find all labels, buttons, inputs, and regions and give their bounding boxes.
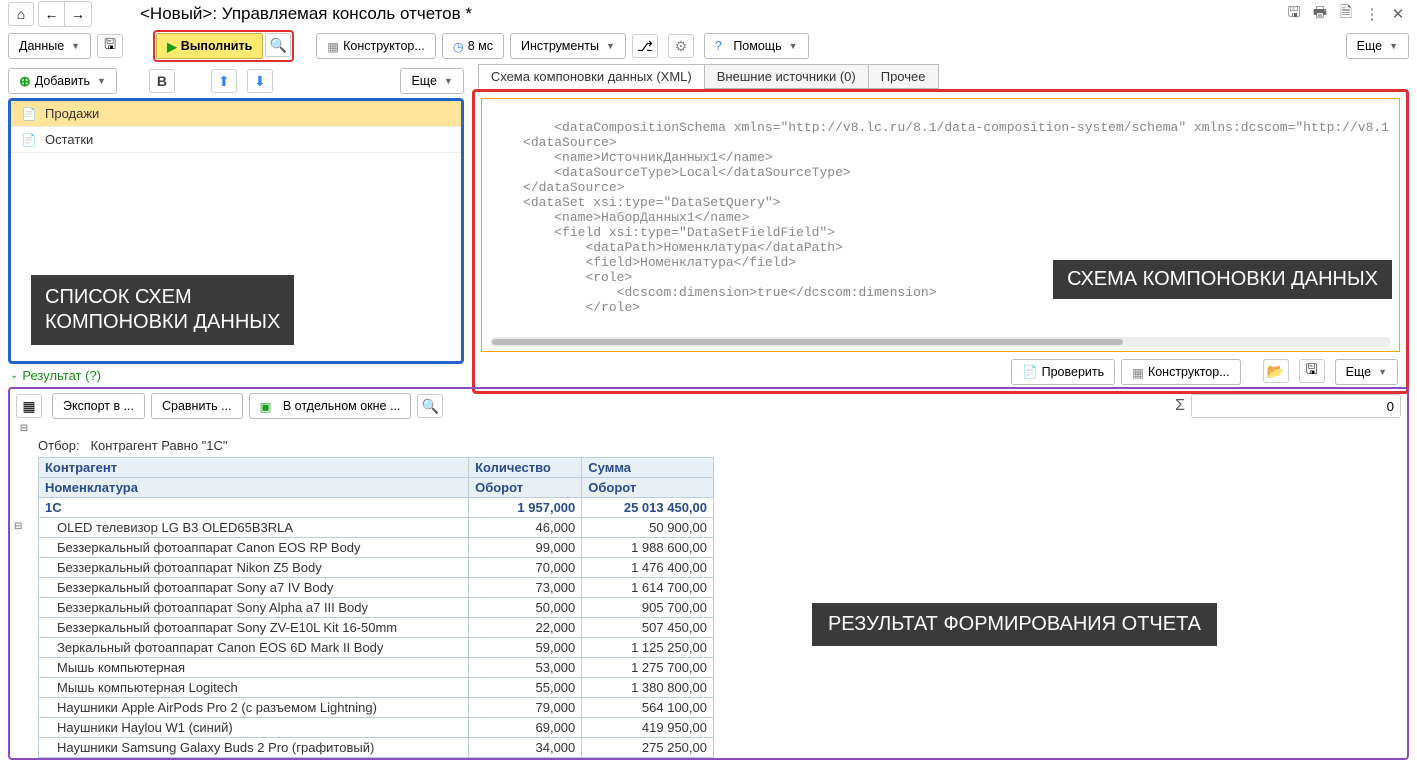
add-button[interactable]: ⊕Добавить▼ (8, 68, 117, 94)
tab-external[interactable]: Внешние источники (0) (704, 64, 869, 89)
main-toolbar: Данные▼ 🖫 ▶Выполнить 🔍 ▦Конструктор... ◷… (0, 28, 1417, 64)
move-up-button[interactable]: ⬆ (211, 69, 237, 93)
xml-constructor-button[interactable]: ▦Конструктор... (1121, 359, 1241, 385)
table-row[interactable]: Мышь компьютерная53,0001 275 700,00 (39, 658, 714, 678)
time-button[interactable]: ◷8 мс (442, 33, 504, 59)
schema-item[interactable]: 📄 Остатки (11, 127, 461, 153)
window-title: <Новый>: Управляемая консоль отчетов * (140, 4, 472, 24)
overlay-left-label: СПИСОК СХЕМ КОМПОНОВКИ ДАННЫХ (31, 275, 294, 345)
collapse-toggle[interactable]: ⊟ (16, 423, 32, 434)
kebab-icon[interactable]: ⋮ (1361, 3, 1383, 25)
result-body: ⊟ Отбор: Контрагент Равно "1С" Контраген… (10, 423, 1407, 758)
filter-label: Отбор: (38, 438, 80, 453)
schema-name: Остатки (45, 132, 93, 147)
col-nomenclature: Номенклатура (39, 478, 469, 498)
schema-list: 📄 Продажи 📄 Остатки СПИСОК СХЕМ КОМПОНОВКИ … (8, 98, 464, 364)
schema-icon: 📄 (21, 133, 37, 147)
chevron-down-icon: ⌄ (10, 370, 18, 381)
more-menu-top[interactable]: Еще▼ (1346, 33, 1409, 59)
export-button[interactable]: Экспорт в ... (52, 393, 145, 419)
open-file-button[interactable]: 📂 (1263, 359, 1289, 383)
nav-group: ← → (38, 1, 92, 27)
schema-item[interactable]: 📄 Продажи (11, 101, 461, 127)
tab-other[interactable]: Прочее (868, 64, 939, 89)
sum-input[interactable] (1191, 394, 1401, 418)
result-table: Контрагент Количество Сумма Номенклатура… (38, 457, 714, 758)
newwindow-button[interactable]: ▣ В отдельном окне ... (249, 393, 412, 419)
left-toolbar: ⊕Добавить▼ B ⬆ ⬇ Еще▼ (8, 64, 464, 98)
back-button[interactable]: ← (39, 2, 65, 26)
titlebar: ⌂ ← → <Новый>: Управляемая консоль отчет… (0, 0, 1417, 28)
move-down-button[interactable]: ⬇ (247, 69, 273, 93)
table-row[interactable]: Беззеркальный фотоаппарат Nikon Z5 Body7… (39, 558, 714, 578)
help-menu[interactable]: ? Помощь▼ (704, 33, 809, 59)
tabs: Схема компоновки данных (XML) Внешние ис… (478, 64, 1409, 89)
result-toolbar: ▦ Экспорт в ... Сравнить ... ▣ В отдельн… (10, 389, 1407, 423)
check-button[interactable]: 📄Проверить (1011, 359, 1115, 385)
table-row[interactable]: Зеркальный фотоаппарат Canon EOS 6D Mark… (39, 638, 714, 658)
table-row[interactable]: Беззеркальный фотоаппарат Sony Alpha a7 … (39, 598, 714, 618)
col-qty2: Оборот (469, 478, 582, 498)
group-collapse-toggle[interactable]: ⊟ (14, 521, 22, 532)
right-panel: Схема компоновки данных (XML) Внешние ис… (472, 64, 1409, 364)
middle-area: ⊕Добавить▼ B ⬆ ⬇ Еще▼ 📄 Продажи 📄 Остатки С… (0, 64, 1417, 364)
overlay-right-label: СХЕМА КОМПОНОВКИ ДАННЫХ (1053, 260, 1392, 299)
compare-button[interactable]: Сравнить ... (151, 393, 243, 419)
forward-button[interactable]: → (65, 2, 91, 26)
schema-name: Продажи (45, 106, 99, 121)
filter-value: Контрагент Равно "1С" (90, 438, 227, 453)
constructor-button[interactable]: ▦Конструктор... (316, 33, 436, 59)
schema-icon: 📄 (21, 107, 37, 121)
xml-editor[interactable]: <dataCompositionSchema xmlns="http://v8.… (481, 98, 1400, 352)
overlay-result-label: РЕЗУЛЬТАТ ФОРМИРОВАНИЯ ОТЧЕТА (812, 603, 1217, 646)
col-contractor: Контрагент (39, 458, 469, 478)
xml-scrollbar[interactable] (490, 337, 1391, 347)
tree-icon[interactable]: ⎇ (632, 34, 658, 58)
table-row[interactable]: Беззеркальный фотоаппарат Sony a7 IV Bod… (39, 578, 714, 598)
tab-xml[interactable]: Схема компоновки данных (XML) (478, 64, 705, 89)
schema-box: <dataCompositionSchema xmlns="http://v8.… (472, 89, 1409, 394)
execute-group: ▶Выполнить 🔍 (153, 30, 294, 62)
home-button[interactable]: ⌂ (8, 2, 34, 26)
result-box: ▦ Экспорт в ... Сравнить ... ▣ В отдельн… (8, 387, 1409, 760)
settings-icon[interactable]: ⚙ (668, 34, 694, 58)
search-result-button[interactable]: 🔍 (417, 394, 443, 418)
col-qty: Количество (469, 458, 582, 478)
col-sum2: Оборот (582, 478, 714, 498)
col-sum: Сумма (582, 458, 714, 478)
table-row[interactable]: Наушники Apple AirPods Pro 2 (с разъемом… (39, 698, 714, 718)
execute-search[interactable]: 🔍 (265, 33, 291, 57)
table-row[interactable]: Беззеркальный фотоаппарат Sony ZV-E10L K… (39, 618, 714, 638)
close-icon[interactable]: ✕ (1387, 3, 1409, 25)
data-menu[interactable]: Данные▼ (8, 33, 91, 59)
table-row[interactable]: Наушники Haylou W1 (синий)69,000419 950,… (39, 718, 714, 738)
table-row[interactable]: OLED телевизор LG B3 OLED65B3RLA46,00050… (39, 518, 714, 538)
grid-icon[interactable]: ▦ (16, 394, 42, 418)
table-row[interactable]: Наушники Samsung Galaxy Buds 2 Pro (граф… (39, 738, 714, 758)
more-menu-left[interactable]: Еще▼ (400, 68, 463, 94)
more-xml-button[interactable]: Еще▼ (1335, 359, 1398, 385)
save-icon[interactable]: 🖫 (1283, 3, 1305, 25)
table-row[interactable]: Беззеркальный фотоаппарат Canon EOS RP B… (39, 538, 714, 558)
tools-menu[interactable]: Инструменты▼ (510, 33, 626, 59)
left-panel: ⊕Добавить▼ B ⬆ ⬇ Еще▼ 📄 Продажи 📄 Остатки С… (8, 64, 464, 364)
execute-button[interactable]: ▶Выполнить (156, 33, 263, 59)
bold-button[interactable]: B (149, 69, 175, 93)
table-row[interactable]: Мышь компьютерная Logitech55,0001 380 80… (39, 678, 714, 698)
sigma-icon: Σ (1175, 397, 1185, 415)
xml-toolbar: 📄Проверить ▦Конструктор... 📂 🖫 Еще▼ (481, 356, 1400, 385)
chat-icon[interactable]: 🗎 (1335, 3, 1357, 25)
print-icon[interactable]: 🖶 (1309, 3, 1331, 25)
save-button[interactable]: 🖫 (97, 34, 123, 58)
save-xml-button[interactable]: 🖫 (1299, 359, 1325, 383)
group-row[interactable]: 1С 1 957,000 25 013 450,00 (39, 498, 714, 518)
